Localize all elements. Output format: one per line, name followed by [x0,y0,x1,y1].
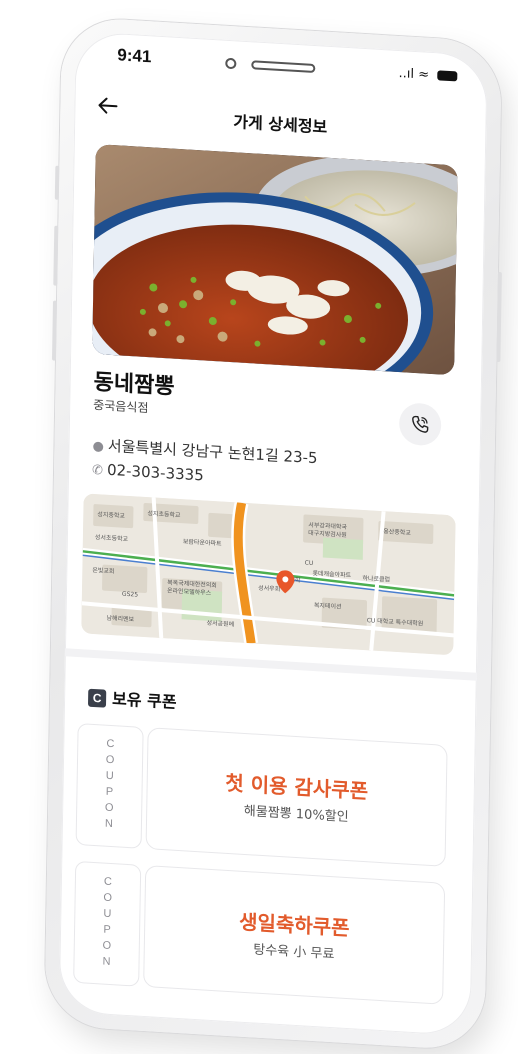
phone-icon [412,415,429,433]
section-divider [64,648,477,681]
store-phone: 02-303-3335 [106,460,204,485]
coupon-body: 첫 이용 감사쿠폰 해물짬뽕 10%할인 [145,727,448,867]
map-label: GS25 [122,591,138,599]
map-label: 용산중학교 [383,527,411,537]
battery-icon [437,70,458,82]
map-label: 남해리멘보 [106,614,134,624]
wifi-icon: ≈ [418,67,430,83]
coupon-body: 생일축하쿠폰 탕수육 小 무료 [143,865,446,1005]
app-screen: 9:41 ..ıl ≈ 가게 상세정보 동네짬뽕 중국음식점 ● 서울특별시 강… [58,30,488,1037]
side-button [53,225,59,286]
coupon-section-title: C 보유 쿠폰 [87,684,177,713]
food-image [92,144,458,376]
status-bar: 9:41 ..ıl ≈ [75,39,487,91]
store-name: 동네짬뽕 [93,369,175,400]
status-icons: ..ıl ≈ [398,65,458,84]
coupon-badge-icon: C [87,688,107,708]
side-button [496,271,502,363]
map-label: 성지중학교 [97,510,125,520]
top-bar: 가게 상세정보 [74,93,487,153]
phone-small-icon: ✆ [91,462,104,479]
coupon-card[interactable]: COUPON 첫 이용 감사쿠폰 해물짬뽕 10%할인 [75,723,448,867]
location-pin-icon: ● [92,438,104,455]
signal-icon: ..ıl [398,65,415,82]
speaker-icon [251,60,316,74]
map-label: 복지테이션 [314,601,342,611]
coupon-stub-label: COUPON [102,737,117,835]
map-label: 은빛교회 [92,566,114,575]
phone-row[interactable]: ✆ 02-303-3335 [92,460,204,485]
location-map[interactable]: 성지중학교 성지초등학교 성서초등학교 보람타운아파트 서부강과대학국 대구지방… [81,493,456,656]
side-button [51,300,58,361]
map-label: 성서우회 [258,584,280,593]
camera-icon [225,57,237,70]
phone-frame: 9:41 ..ıl ≈ 가게 상세정보 동네짬뽕 중국음식점 ● 서울특별시 강… [44,16,502,1052]
map-label: CU [305,559,314,567]
page-title: 가게 상세정보 [233,112,328,137]
side-button [54,165,60,200]
coupon-section-label: 보유 쿠폰 [111,689,177,712]
call-button[interactable] [398,402,442,447]
store-photo [92,144,458,376]
map-label: 성서공원메 [206,619,234,629]
store-category: 중국음식점 [93,397,149,416]
status-time: 9:41 [117,45,152,67]
map-label: 하나로클럽 [362,574,390,584]
coupon-stub-label: COUPON [100,875,115,973]
coupon-card[interactable]: COUPON 생일축하쿠폰 탕수육 小 무료 [73,860,446,1005]
map-image: 성지중학교 성지초등학교 성서초등학교 보람타운아파트 서부강과대학국 대구지방… [81,493,456,656]
notch [225,56,325,78]
